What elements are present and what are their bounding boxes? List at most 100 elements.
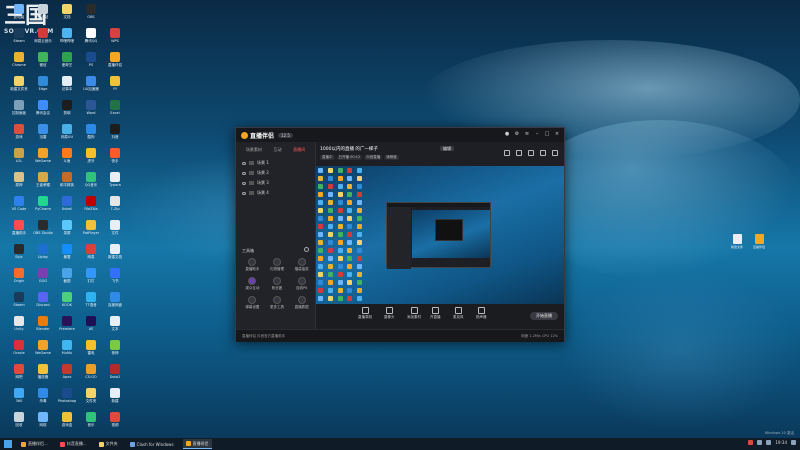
desktop-icon[interactable]: Word bbox=[80, 100, 102, 122]
tool-item[interactable]: 礼物管理 bbox=[265, 258, 290, 272]
desktop-icon[interactable]: 杀毒 bbox=[32, 388, 54, 410]
desktop-icon[interactable]: 夜神 bbox=[104, 340, 126, 362]
desktop-icon[interactable]: 剪映 bbox=[56, 100, 78, 122]
desktop-icon[interactable]: 回收 bbox=[8, 412, 30, 434]
eye-icon[interactable] bbox=[242, 181, 246, 185]
desktop-icon[interactable]: 直播伴侣 bbox=[752, 234, 766, 252]
desktop-icon[interactable]: UU加速器 bbox=[80, 76, 102, 98]
eye-icon[interactable] bbox=[242, 191, 246, 195]
eye-icon[interactable] bbox=[242, 161, 246, 165]
desktop-icon[interactable]: KOOK bbox=[56, 292, 78, 314]
tab-room[interactable]: 直播间 bbox=[293, 147, 305, 153]
desktop-icon[interactable]: 腾讯QQ bbox=[80, 28, 102, 50]
desktop-icon[interactable]: 文件 bbox=[104, 220, 126, 242]
desktop-icon[interactable]: 暴雪 bbox=[56, 244, 78, 266]
desktop-icon[interactable]: WeGame bbox=[32, 148, 54, 170]
desktop-icon[interactable]: Dota2 bbox=[104, 364, 126, 386]
live-companion-window[interactable]: 直播伴侣 12.5 ● ⚙ ≡ – □ × 场景素材 互动 直播间 场景 1 场… bbox=[235, 127, 565, 342]
desktop-icon[interactable]: 网易UU bbox=[56, 124, 78, 146]
desktop-icon[interactable]: 360 bbox=[8, 388, 30, 410]
tool-item[interactable]: 直播助手 bbox=[240, 258, 265, 272]
desktop-icon[interactable]: 原神 bbox=[8, 172, 30, 194]
desktop-icon[interactable]: 网络 bbox=[32, 412, 54, 434]
desktop-icon[interactable]: 钉钉 bbox=[80, 268, 102, 290]
camera-icon[interactable] bbox=[504, 150, 510, 156]
desktop-icon[interactable]: 哔哩哔哩 bbox=[56, 28, 78, 50]
taskbar-item[interactable]: Clash for Windows bbox=[127, 439, 177, 449]
eye-icon[interactable] bbox=[242, 171, 246, 175]
desktop-icon[interactable]: Origin bbox=[8, 268, 30, 290]
desktop-icon[interactable]: 新建文件夹 bbox=[8, 76, 30, 98]
desktop-icon[interactable]: Excel bbox=[104, 100, 126, 122]
desktop-icon[interactable]: 视频 bbox=[104, 412, 126, 434]
desktop-icon[interactable]: OBS bbox=[80, 4, 102, 26]
desktop-icon[interactable]: 和平精英 bbox=[56, 172, 78, 194]
version-badge[interactable]: 12.5 bbox=[278, 132, 293, 138]
desktop-icon[interactable]: FileZilla bbox=[80, 196, 102, 218]
desktop-icon[interactable]: 新建文档 bbox=[104, 244, 126, 266]
desktop-icon[interactable]: 酷狗 bbox=[80, 124, 102, 146]
desktop-icon[interactable]: Premiere bbox=[56, 316, 78, 338]
desktop-icon[interactable]: QQ音乐 bbox=[80, 172, 102, 194]
avatar-icon[interactable]: ● bbox=[504, 131, 510, 137]
desktop-icon[interactable]: Epic bbox=[8, 244, 30, 266]
desktop-icon[interactable]: 游戏盒 bbox=[56, 412, 78, 434]
desktop-icon[interactable]: 腾讯会议 bbox=[32, 100, 54, 122]
desktop-icon[interactable]: 斗鱼 bbox=[56, 148, 78, 170]
desktop-icon[interactable]: Uplay bbox=[32, 244, 54, 266]
desktop-icon[interactable]: WeGame bbox=[32, 340, 54, 362]
toolbox-settings-icon[interactable] bbox=[304, 247, 309, 252]
desktop-icon[interactable]: Oracle bbox=[8, 340, 30, 362]
scene-item[interactable]: 场景 2 bbox=[236, 168, 315, 178]
desktop-icon[interactable]: 记事本 bbox=[56, 76, 78, 98]
desktop-icon[interactable]: Edge bbox=[32, 76, 54, 98]
desktop-icon[interactable]: 文件夹 bbox=[80, 388, 102, 410]
desktop-icon[interactable]: 网易 bbox=[80, 244, 102, 266]
desktop-icon[interactable]: TT语音 bbox=[80, 292, 102, 314]
desktop-icon[interactable]: Discord bbox=[32, 292, 54, 314]
scene-item[interactable]: 场景 3 bbox=[236, 178, 315, 188]
desktop-icon[interactable]: 控制面板 bbox=[8, 100, 30, 122]
desktop-icon[interactable]: GOG bbox=[32, 268, 54, 290]
desktop-icon[interactable]: 音乐 bbox=[80, 412, 102, 434]
desktop-icon[interactable]: Photoshop bbox=[56, 388, 78, 410]
ctrl-mic[interactable]: 麦克风 bbox=[453, 307, 464, 320]
volume-icon[interactable] bbox=[766, 440, 772, 445]
desktop-icon[interactable]: Apex bbox=[56, 364, 78, 386]
desktop-icon[interactable]: VS Code bbox=[8, 196, 30, 218]
screen-icon[interactable] bbox=[528, 150, 534, 156]
ctrl-add-source[interactable]: 添加素材 bbox=[407, 307, 421, 320]
desktop-icon[interactable]: Unity bbox=[8, 316, 30, 338]
stream-preview[interactable] bbox=[316, 166, 564, 304]
maximize-icon[interactable]: □ bbox=[544, 131, 550, 137]
tool-item[interactable]: 弹幕设置 bbox=[240, 296, 265, 310]
desktop-icon[interactable]: 网吧 bbox=[8, 364, 30, 386]
tool-item[interactable]: 直播数据 bbox=[289, 296, 314, 310]
desktop-icon[interactable]: LOL bbox=[8, 148, 30, 170]
desktop-icon[interactable]: MuMu bbox=[56, 340, 78, 362]
desktop-icon[interactable]: 新建文件 bbox=[730, 234, 744, 252]
desktop-icon[interactable]: Chrome bbox=[8, 52, 30, 74]
desktop-icon[interactable]: 新建 bbox=[104, 388, 126, 410]
desktop-icon[interactable]: 迅雷 bbox=[32, 124, 54, 146]
desktop-icon[interactable]: CS:GO bbox=[80, 364, 102, 386]
desktop-icon[interactable]: Steam bbox=[8, 292, 30, 314]
desktop-icon[interactable]: Steam bbox=[8, 28, 30, 50]
desktop-icon[interactable]: 直播伴侣 bbox=[104, 52, 126, 74]
desktop-icon[interactable]: PyCharm bbox=[32, 196, 54, 218]
network-icon[interactable] bbox=[757, 440, 763, 445]
ctrl-speaker[interactable]: 扬声器 bbox=[476, 307, 487, 320]
taskbar-item-active[interactable]: 直播伴侣 bbox=[182, 439, 212, 449]
tab-interact[interactable]: 互动 bbox=[273, 147, 281, 153]
app-titlebar[interactable]: 直播伴侣 12.5 ● ⚙ ≡ – □ × bbox=[236, 128, 564, 142]
desktop-icon[interactable]: 抖音 bbox=[104, 124, 126, 146]
desktop-icon[interactable]: 爱奇艺 bbox=[56, 52, 78, 74]
desktop-icon[interactable]: 微信 bbox=[32, 52, 54, 74]
tool-item[interactable]: 观众互动 bbox=[240, 277, 265, 291]
start-live-button[interactable]: 开始直播 bbox=[530, 312, 558, 320]
desktop-icon[interactable]: Blender bbox=[32, 316, 54, 338]
desktop-icon[interactable]: 文档 bbox=[56, 4, 78, 26]
tool-item[interactable]: 更多工具 bbox=[265, 296, 290, 310]
desktop-icon[interactable]: 王者荣耀 bbox=[32, 172, 54, 194]
desktop-icon[interactable]: 虎牙 bbox=[80, 148, 102, 170]
